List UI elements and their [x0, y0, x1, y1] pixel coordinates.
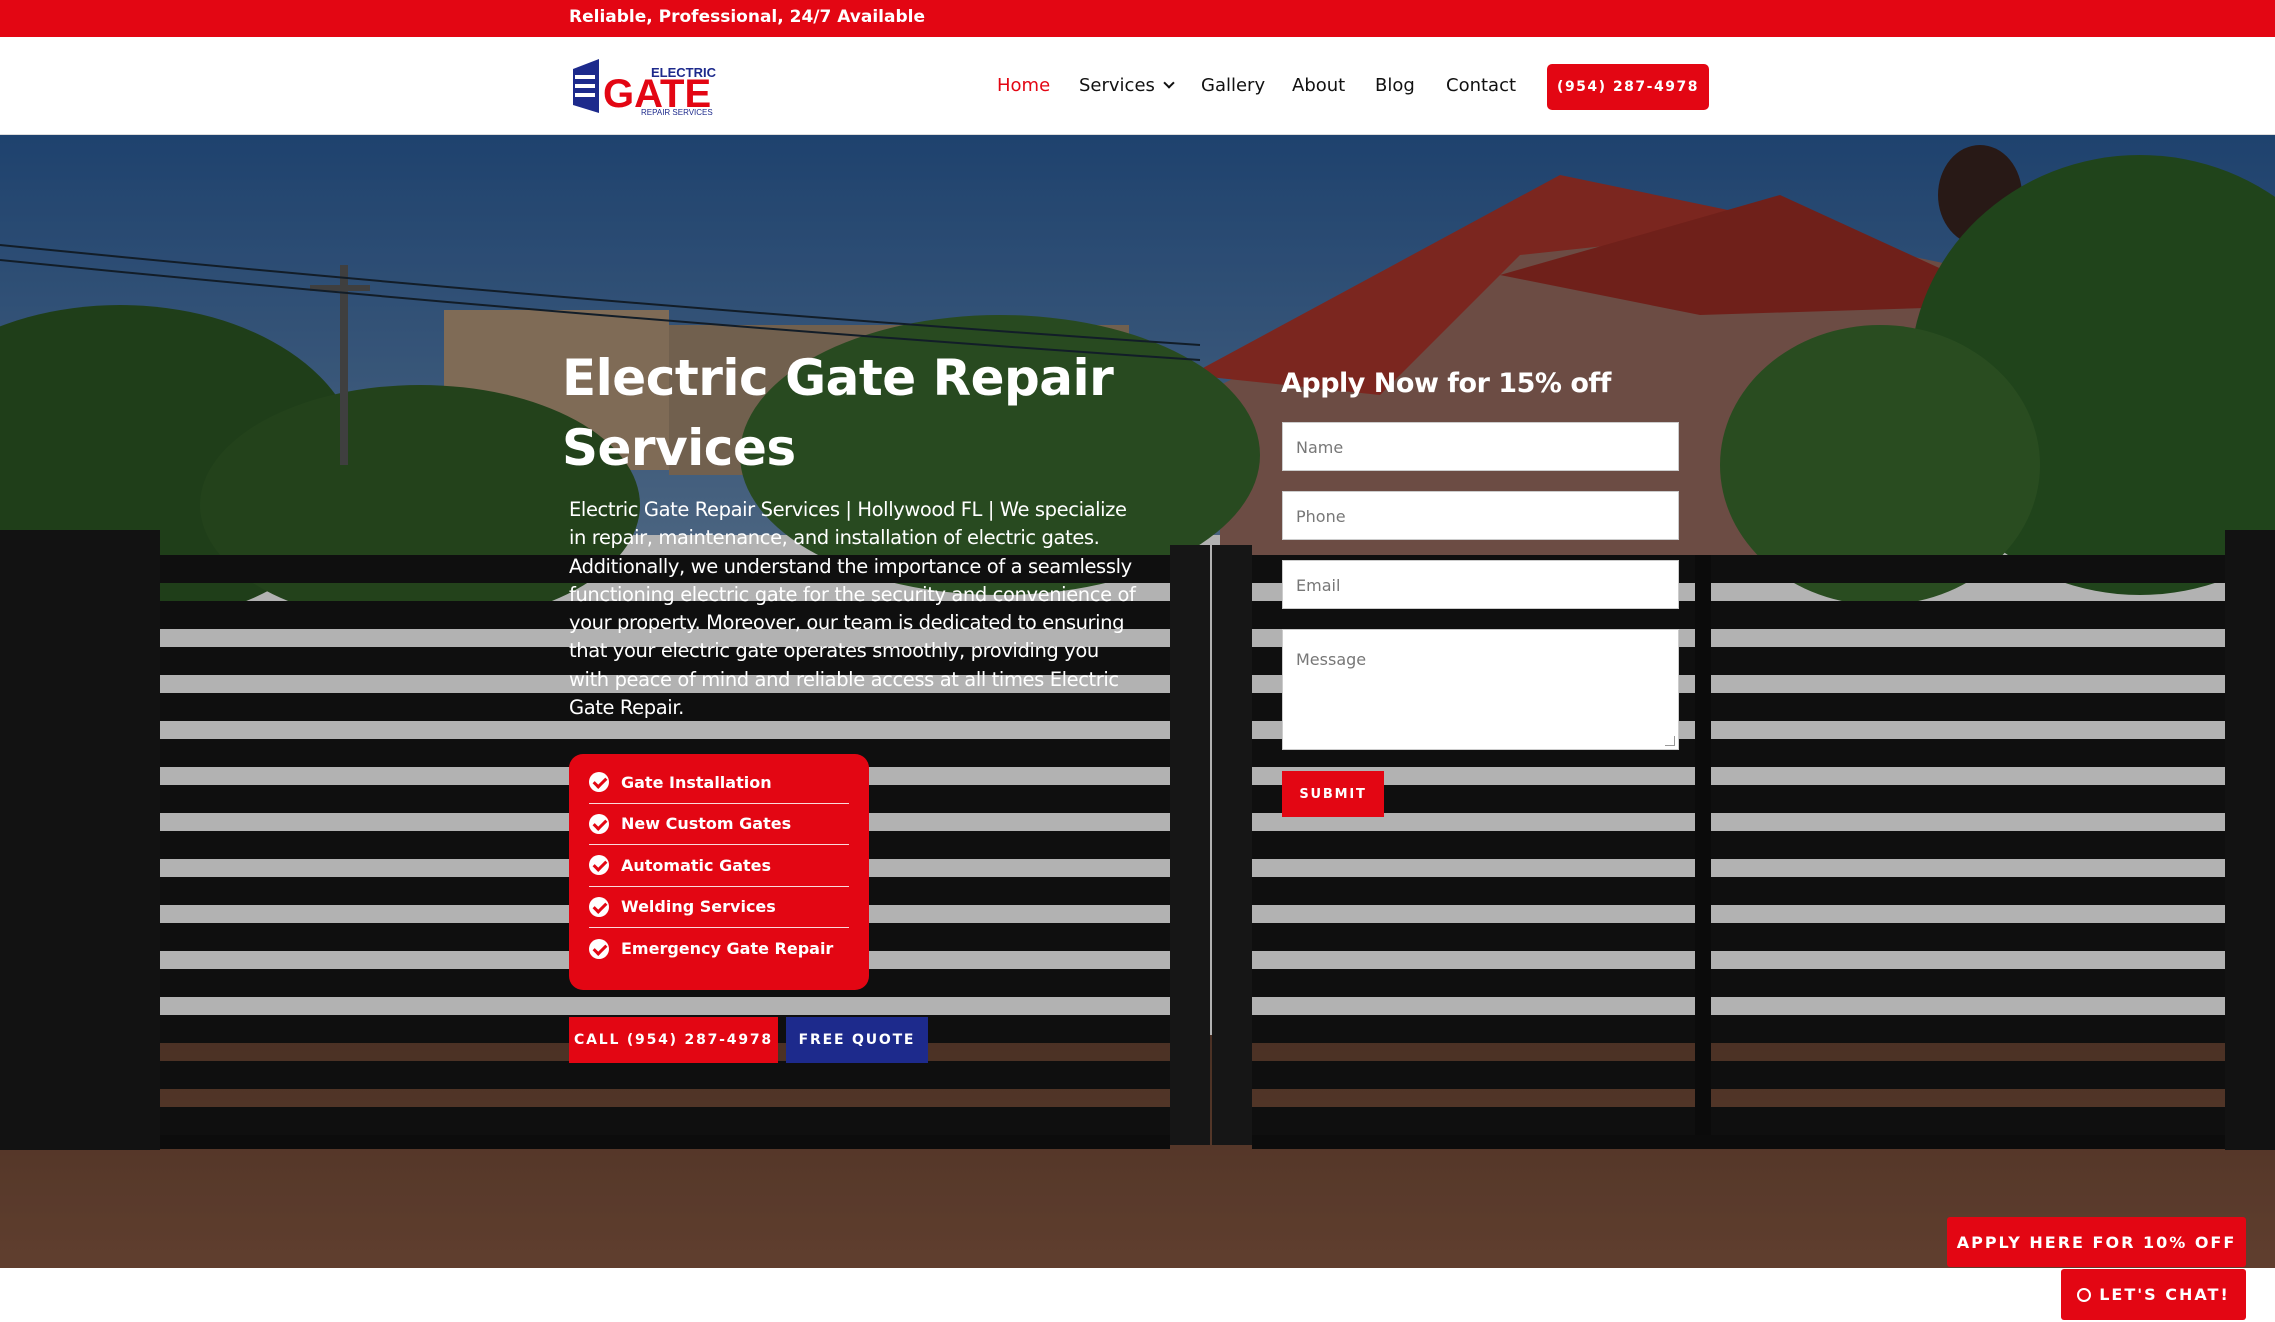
- nav-home[interactable]: Home: [997, 75, 1050, 96]
- list-item: Automatic Gates: [589, 845, 849, 887]
- list-item: Emergency Gate Repair: [589, 928, 849, 970]
- list-item: Gate Installation: [589, 762, 849, 804]
- nav-services[interactable]: Services: [1079, 75, 1175, 96]
- tagline: Reliable, Professional, 24/7 Available: [569, 7, 925, 27]
- nav-gallery[interactable]: Gallery: [1201, 75, 1265, 96]
- name-field[interactable]: Name: [1282, 422, 1679, 471]
- feature-label: Welding Services: [621, 897, 776, 917]
- feature-label: Gate Installation: [621, 772, 772, 792]
- check-circle-icon: [589, 772, 609, 793]
- nav-blog[interactable]: Blog: [1375, 75, 1415, 96]
- form-title: Apply Now for 15% off: [1281, 368, 1611, 399]
- message-field[interactable]: Message: [1282, 629, 1679, 750]
- chat-label: LET'S CHAT!: [2099, 1285, 2230, 1304]
- top-announcement-bar: Reliable, Professional, 24/7 Available: [0, 0, 2275, 37]
- nav-services-label: Services: [1079, 75, 1155, 96]
- feature-label: New Custom Gates: [621, 814, 792, 834]
- hero-title: Electric Gate Repair Services: [562, 349, 1114, 477]
- check-circle-icon: [589, 896, 609, 917]
- free-quote-button[interactable]: FREE QUOTE: [786, 1017, 928, 1063]
- header-phone-button[interactable]: (954) 287-4978: [1547, 64, 1709, 110]
- site-logo[interactable]: ELECTRIC GATE REPAIR SERVICES: [569, 55, 729, 117]
- check-circle-icon: [589, 938, 609, 959]
- email-field[interactable]: Email: [1282, 560, 1679, 609]
- resize-handle-icon[interactable]: [1665, 736, 1675, 746]
- hero-description: Electric Gate Repair Services | Hollywoo…: [569, 498, 1136, 720]
- list-item: Welding Services: [589, 887, 849, 928]
- nav-about[interactable]: About: [1292, 75, 1345, 96]
- submit-button[interactable]: SUBMIT: [1282, 771, 1384, 817]
- apply-discount-button[interactable]: APPLY HERE FOR 10% OFF: [1947, 1217, 2246, 1267]
- feature-label: Automatic Gates: [621, 855, 772, 875]
- call-button[interactable]: CALL (954) 287-4978: [569, 1017, 778, 1063]
- chat-button[interactable]: LET'S CHAT!: [2061, 1269, 2246, 1320]
- whatsapp-icon: [2077, 1287, 2092, 1302]
- nav-contact[interactable]: Contact: [1446, 75, 1516, 96]
- list-item: New Custom Gates: [589, 804, 849, 845]
- logo-sub: REPAIR SERVICES: [641, 108, 713, 117]
- phone-field[interactable]: Phone: [1282, 491, 1679, 540]
- site-header: ELECTRIC GATE REPAIR SERVICES Home Servi…: [0, 37, 2275, 135]
- chevron-down-icon: [1163, 77, 1175, 89]
- check-circle-icon: [589, 855, 609, 876]
- message-placeholder: Message: [1296, 650, 1367, 669]
- feature-label: Emergency Gate Repair: [621, 939, 834, 959]
- check-circle-icon: [589, 813, 609, 834]
- services-feature-list: Gate Installation New Custom Gates Autom…: [569, 754, 869, 990]
- hero-section: Electric Gate Repair Services Electric G…: [0, 135, 2275, 1268]
